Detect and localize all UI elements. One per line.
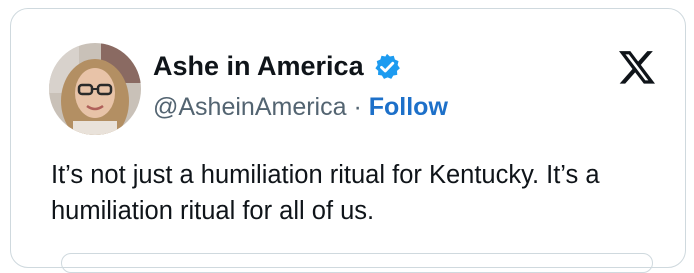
author-name[interactable]: Ashe in America — [153, 51, 364, 82]
verified-badge-icon — [372, 52, 402, 82]
author-handle[interactable]: @AsheinAmerica — [153, 93, 347, 121]
tweet-card[interactable]: Ashe in America @AsheinAmerica · Follow … — [10, 8, 686, 273]
author-name-row[interactable]: Ashe in America — [153, 51, 402, 82]
tweet-text: It’s not just a humiliation ritual for K… — [51, 161, 600, 225]
handle-row: @AsheinAmerica · Follow — [153, 93, 448, 122]
separator-dot: · — [353, 93, 369, 121]
follow-button[interactable]: Follow — [369, 93, 448, 121]
avatar[interactable] — [49, 43, 141, 135]
x-logo-icon[interactable] — [617, 47, 657, 87]
embedded-content-edge — [61, 253, 653, 273]
